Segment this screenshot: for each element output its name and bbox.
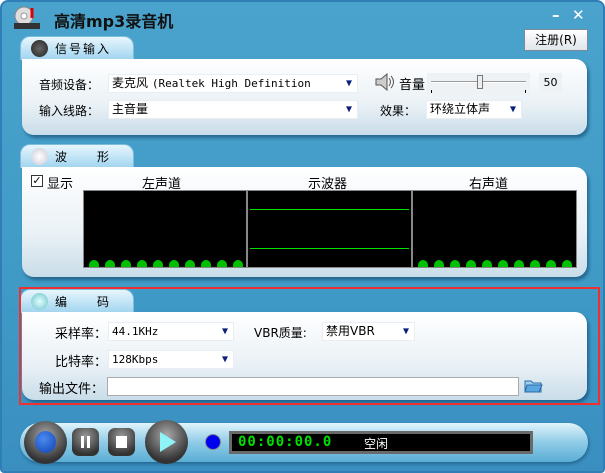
level-dot [418,260,428,267]
chevron-down-icon: ▼ [345,104,352,115]
tab-label: 编 码 [55,295,112,309]
effect-label: 效果： [380,104,417,118]
browse-folder-icon[interactable] [523,375,543,398]
signal-input-panel: 音频设备： 麦克风 (Realtek High Definition ▼ 输入线路… [22,59,587,135]
volume-slider[interactable] [427,73,530,95]
vbr-label: VBR质量: [254,326,307,340]
record-button[interactable] [24,421,67,464]
bitrate-value: 128Kbps [112,353,159,366]
effect-value: 环绕立体声 [430,102,491,116]
level-dot [434,260,444,267]
play-button[interactable] [145,420,188,464]
level-dot [153,260,163,267]
encoding-panel: 采样率： 44.1KHz ▼ VBR质量: 禁用VBR ▼ 比特率： 128Kbps… [22,312,587,400]
close-button[interactable]: ✕ [572,6,585,24]
tab-label: 信号输入 [55,42,112,56]
app-logo-icon [10,6,44,30]
level-dot [201,260,211,267]
tab-signal-input: 信号输入 [20,36,134,60]
sample-rate-value: 44.1KHz [112,325,159,338]
vbr-value: 禁用VBR [326,324,375,338]
level-dot [530,260,540,267]
vbr-select[interactable]: 禁用VBR ▼ [322,322,415,341]
bitrate-label: 比特率： [55,355,108,370]
chevron-down-icon: ▼ [221,326,228,337]
stop-button[interactable] [108,428,135,456]
volume-label: 音量 [399,78,426,93]
right-channel-meter [412,190,577,268]
sample-rate-label: 采样率： [55,327,108,342]
output-file-label: 输出文件： [39,382,105,397]
status-display: 00:00:00.0 空闲 [229,431,533,454]
scope-trace [250,209,409,210]
minimize-button[interactable]: – [552,6,560,24]
device-select[interactable]: 麦克风 (Realtek High Definition ▼ [108,74,358,93]
window-title: 高清mp3录音机 [54,12,174,31]
level-dot [217,260,227,267]
tab-label: 波 形 [55,150,112,164]
level-dot [89,260,99,267]
left-channel-meter [83,190,247,268]
chevron-down-icon: ▼ [402,326,409,337]
music-note-icon [31,148,48,165]
bitrate-select[interactable]: 128Kbps ▼ [108,350,234,369]
app-window: 高清mp3录音机 – ✕ 注册(R) 信号输入 音频设备： 麦克风 (Realt… [0,0,605,473]
output-file-input[interactable] [107,377,519,396]
status-text: 空闲 [364,437,389,451]
show-label: 显示 [47,177,74,192]
device-label: 音频设备： [39,78,100,92]
level-dot [498,260,508,267]
level-dot [482,260,492,267]
volume-value: 50 [539,73,562,92]
level-dot [450,260,460,267]
level-dot [185,260,195,267]
register-button[interactable]: 注册(R) [524,29,588,51]
tab-encoding: 编 码 [20,289,134,313]
sample-rate-select[interactable]: 44.1KHz ▼ [108,322,234,341]
level-dot [546,260,556,267]
pause-icon [87,436,90,448]
level-dot [233,260,243,267]
chevron-down-icon: ▼ [221,354,228,365]
level-dot [105,260,115,267]
level-dot [169,260,179,267]
device-value: (Realtek High Definition [151,77,311,90]
slider-thumb[interactable] [477,75,483,89]
line-select[interactable]: 主音量 ▼ [108,100,358,119]
scope-trace [250,248,409,249]
line-value: 主音量 [112,102,149,116]
line-label: 输入线路： [39,104,100,118]
volume-icon [374,72,396,94]
level-dot [466,260,476,267]
chevron-down-icon: ▼ [509,104,516,115]
level-dot [121,260,131,267]
disc-icon [31,293,48,310]
pause-button[interactable] [72,428,99,456]
play-icon [160,432,176,452]
level-dot [562,260,572,267]
status-indicator-icon [205,434,221,450]
speaker-icon [31,40,48,57]
timer-readout: 00:00:00.0 [238,434,333,450]
tab-waveform: 波 形 [20,144,134,168]
stop-icon [116,436,127,448]
level-dot [137,260,147,267]
level-dot [514,260,524,267]
chevron-down-icon: ▼ [345,78,352,89]
record-icon [35,431,56,453]
show-checkbox[interactable]: ✓ [31,175,43,187]
effect-select[interactable]: 环绕立体声 ▼ [426,100,522,119]
device-value-cn: 麦克风 [112,76,152,90]
oscilloscope-display [247,190,412,268]
